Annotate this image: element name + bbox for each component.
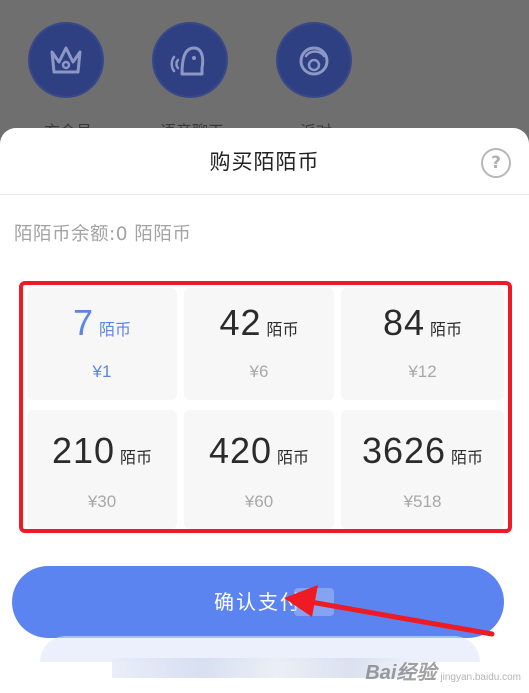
option-unit: 陌币	[430, 320, 463, 339]
option-price: ¥1	[92, 362, 112, 381]
bg-voice-item[interactable]: 语音聊天	[152, 22, 232, 141]
party-icon	[276, 22, 352, 98]
option-card[interactable]: 84 陌币 ¥12	[341, 288, 504, 400]
crown-icon	[28, 22, 104, 98]
option-amount: 42	[219, 302, 262, 343]
option-card[interactable]: 3626 陌币 ¥518	[341, 410, 504, 529]
confirm-pay-label: 确认支付	[214, 590, 302, 614]
bg-vip-item[interactable]: 充会员	[28, 22, 108, 141]
option-amount-line: 42 陌币	[184, 302, 334, 344]
option-card[interactable]: 7 陌币 ¥1	[27, 288, 177, 400]
option-price: ¥60	[244, 492, 274, 511]
purchase-sheet: 购买陌陌币 ? 陌陌币余额:0 陌陌币 7 陌币 ¥1 42 陌币 ¥6 84 陌币 …	[0, 128, 529, 693]
option-amount: 7	[72, 302, 94, 343]
option-price: ¥518	[403, 492, 442, 511]
option-card[interactable]: 210 陌币 ¥30	[27, 410, 177, 529]
sheet-header: 购买陌陌币 ?	[0, 128, 529, 195]
option-unit: 陌币	[120, 448, 153, 467]
option-card[interactable]: 42 陌币 ¥6	[184, 288, 334, 400]
option-price: ¥30	[87, 492, 117, 511]
option-unit: 陌币	[99, 320, 132, 339]
option-card[interactable]: 420 陌币 ¥60	[184, 410, 334, 529]
option-unit: 陌币	[266, 320, 299, 339]
bg-party-item[interactable]: 派对	[276, 22, 356, 141]
voice-chat-icon	[152, 22, 228, 98]
option-unit: 陌币	[277, 448, 310, 467]
option-unit: 陌币	[451, 448, 484, 467]
option-price: ¥6	[249, 362, 269, 381]
option-amount: 210	[51, 430, 116, 471]
help-icon[interactable]: ?	[481, 148, 511, 178]
background-app: 充会员 语音聊天 派对	[0, 0, 529, 141]
option-amount-line: 7 陌币	[27, 302, 177, 344]
options-grid: 7 陌币 ¥1 42 陌币 ¥6 84 陌币 ¥12 210 陌币 ¥30 420 陌币	[19, 281, 512, 533]
balance-text: 陌陌币余额:0 陌陌币	[14, 224, 192, 245]
option-amount-line: 84 陌币	[341, 302, 504, 344]
baidu-watermark: Bai经验 jingyan.baidu.com	[365, 656, 521, 685]
watermark-text: Bai经验	[365, 662, 437, 684]
option-amount: 3626	[361, 430, 447, 471]
confirm-pay-button[interactable]: 确认支付	[12, 566, 504, 638]
blurred-region	[294, 588, 334, 616]
option-amount-line: 3626 陌币	[341, 430, 504, 472]
option-amount-line: 210 陌币	[27, 430, 177, 472]
option-amount-line: 420 陌币	[184, 430, 334, 472]
sheet-title: 购买陌陌币	[209, 150, 320, 174]
option-price: ¥12	[408, 362, 437, 381]
option-amount: 420	[208, 430, 273, 471]
watermark-sub: jingyan.baidu.com	[440, 672, 521, 683]
option-amount: 84	[382, 302, 426, 343]
